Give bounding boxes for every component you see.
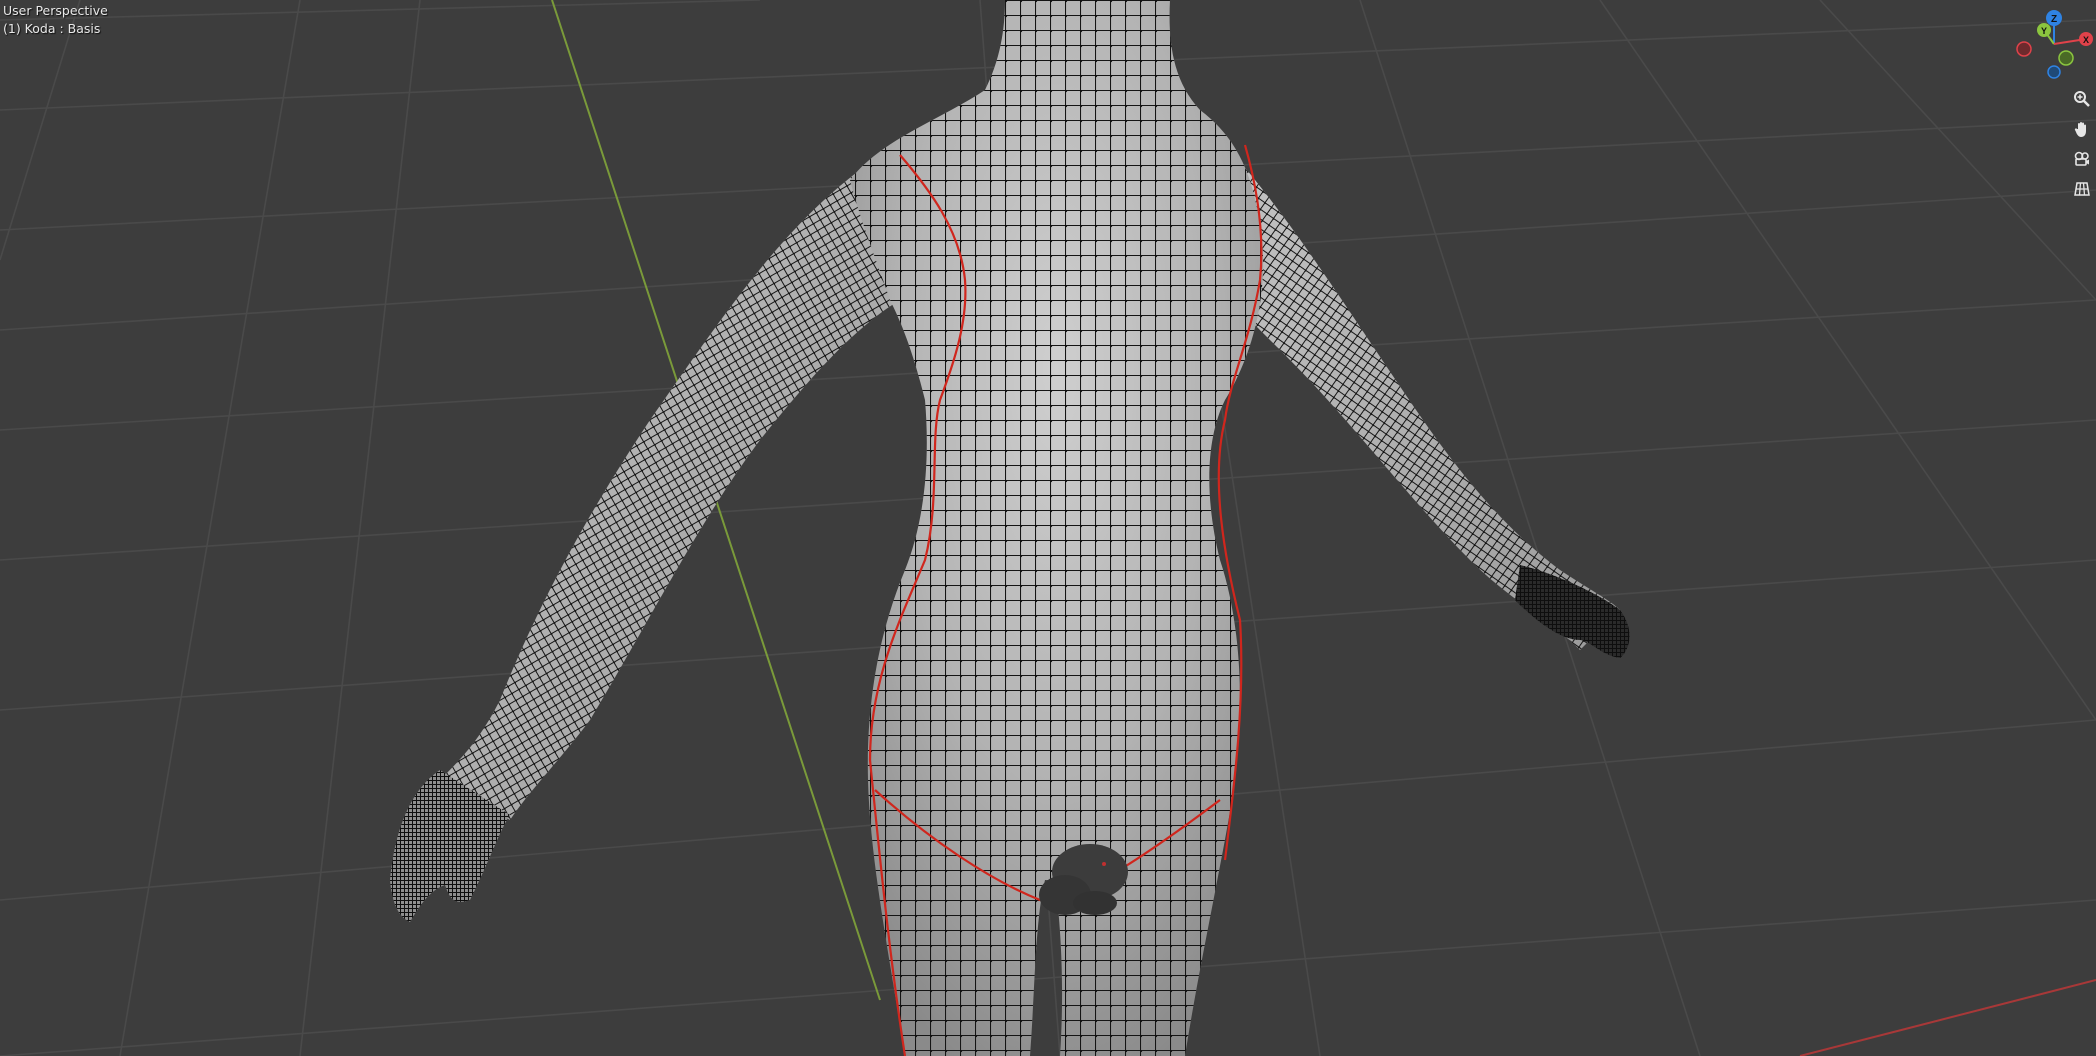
hand-icon [2074, 122, 2086, 137]
ortho-toggle-button[interactable] [2069, 176, 2095, 202]
gizmo-axis-neg-z[interactable] [2047, 65, 2061, 79]
camera-view-button[interactable] [2069, 146, 2095, 172]
zoom-view-button[interactable] [2069, 86, 2095, 112]
svg-text:Z: Z [2051, 14, 2057, 25]
pan-view-button[interactable] [2069, 116, 2095, 142]
object-info-label: (1) Koda : Basis [3, 21, 101, 36]
camera-icon [2074, 151, 2089, 166]
x-axis-line [1799, 979, 2096, 1056]
character-mesh[interactable] [390, 0, 1630, 1056]
gizmo-axis-x[interactable]: X [2079, 32, 2093, 46]
navigation-gizmo[interactable]: Z Y X [2010, 6, 2094, 82]
view-name-label: User Perspective [3, 3, 108, 18]
3d-viewport[interactable]: User Perspective (1) Koda : Basis Z Y X [0, 0, 2096, 1056]
viewport-scene[interactable] [0, 0, 2096, 1056]
gizmo-axis-neg-y[interactable] [2058, 50, 2074, 66]
magnifier-icon [2074, 91, 2090, 107]
svg-text:Y: Y [2041, 26, 2047, 36]
gizmo-axis-z[interactable]: Z [2046, 10, 2062, 26]
gizmo-axis-neg-x[interactable] [2016, 41, 2032, 57]
grid-icon [2074, 182, 2090, 196]
svg-text:X: X [2083, 35, 2089, 45]
gizmo-axis-y[interactable]: Y [2037, 23, 2051, 37]
